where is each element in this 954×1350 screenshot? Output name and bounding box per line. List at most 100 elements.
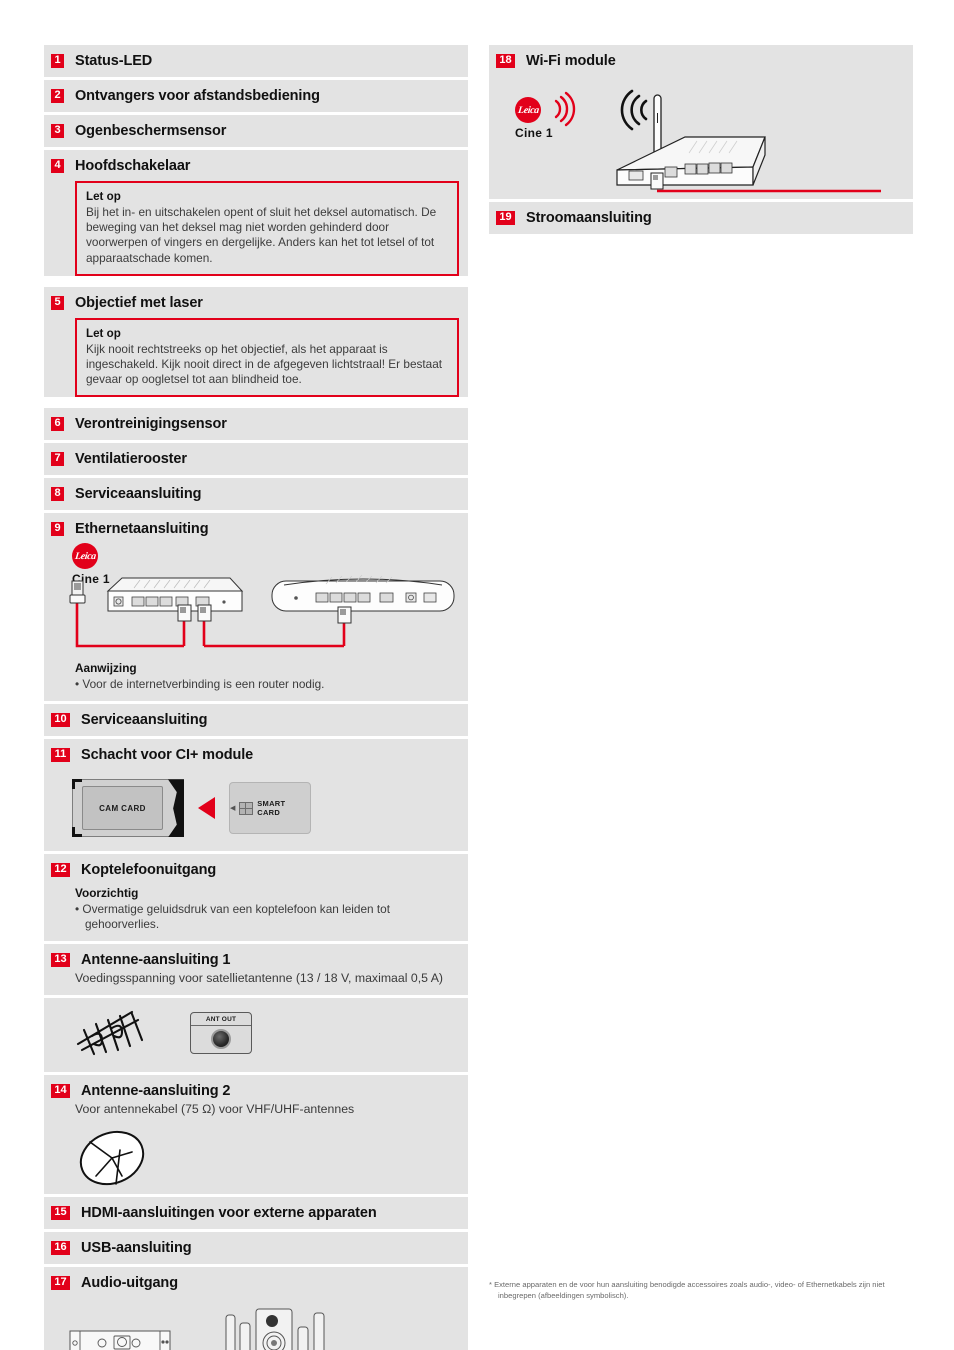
row-header: 2 Ontvangers voor afstandsbediening [44,80,468,112]
item-number-badge: 8 [51,487,64,502]
item-number-badge: 14 [51,1084,70,1099]
warning-box: Let op Kijk nooit rechtstreeks op het ob… [75,317,459,398]
warning-body: Kijk nooit rechtstreeks op het objectief… [86,341,443,387]
row-header: 5 Objectief met laser [44,287,468,317]
wifi-diagram-svg [554,89,881,193]
item-number-badge: 1 [51,54,64,68]
list-item: 17 Audio-uitgang [44,1267,468,1350]
antenna-diagram: ANT OUT [44,998,468,1072]
item-subtitle: Voor antennekabel (75 Ω) voor VHF/UHF-an… [75,1102,355,1117]
manual-page: 1 Status-LED 2 Ontvangers voor afstandsb… [0,0,954,1350]
smart-card-direction-icon: ◀ [230,805,236,813]
smart-card-label: SMART CARD [257,799,286,818]
list-item: 11 Schacht voor CI+ module CAM CARD ◀ SM… [44,739,468,852]
ant-out-label: ANT OUT [205,1016,237,1024]
list-item: 18 Wi-Fi module Leica Cine 1 [489,45,913,199]
right-column: 18 Wi-Fi module Leica Cine 1 19 Stroomaa… [489,45,913,237]
divider [191,1025,251,1027]
list-item: 7 Ventilatierooster [44,443,468,476]
warning-title: Let op [86,326,121,340]
coax-jack-icon [211,1029,231,1050]
item-title: Ventilatierooster [75,451,187,468]
row-header: 18 Wi-Fi module [489,45,913,75]
item-number-badge: 4 [51,159,64,173]
list-item: 4 Hoofdschakelaar Let op Bij het in- en … [44,150,468,276]
list-item: 8 Serviceaansluiting [44,478,468,511]
smart-card-illustration: ◀ SMART CARD [229,782,311,835]
item-subtitle: Voedingsspanning voor satellietantenne (… [75,971,444,986]
list-item: 19 Stroomaansluiting [489,202,913,234]
list-item: 5 Objectief met laser Let op Kijk nooit … [44,286,468,398]
list-item: 2 Ontvangers voor afstandsbediening [44,80,468,112]
audio-system-icon [69,1308,325,1350]
list-item: 10 Serviceaansluiting [44,704,468,737]
row-header: 16 USB-aansluiting [44,1232,468,1264]
row-header: 12 Koptelefoonuitgang [44,854,468,884]
item-number-badge: 15 [51,1206,70,1221]
insert-direction-arrow-icon [198,797,215,820]
row-header: 7 Ventilatierooster [44,443,468,475]
item-title: Serviceaansluiting [75,486,202,503]
row-header: 4 Hoofdschakelaar [44,150,468,180]
item-title: Verontreinigingsensor [75,416,227,433]
row-header: 8 Serviceaansluiting [44,478,468,510]
item-title: Ontvangers voor afstandsbediening [75,88,320,104]
item-title: Stroomaansluiting [526,210,652,226]
item-number-badge: 5 [51,295,64,310]
hint-item: • Overmatige geluidsdruk van een koptele… [75,902,390,932]
warning-title: Let op [86,190,121,203]
antenna-figure-row: ANT OUT [44,998,468,1073]
cam-card-face: CAM CARD [82,786,163,831]
item-title: Objectief met laser [75,294,203,311]
item-title: Hoofdschakelaar [75,158,191,174]
row-header: 9 Ethernetaansluiting [44,513,468,543]
item-title: Antenne-aansluiting 2 [81,1083,231,1100]
item-number-badge: 10 [51,713,70,728]
list-item: 12 Koptelefoonuitgang Voorzichtig • Over… [44,854,468,942]
item-title: Antenne-aansluiting 1 [81,952,231,969]
item-title: Status-LED [75,53,153,69]
item-number-badge: 19 [496,211,515,225]
list-item: 13 Antenne-aansluiting 1 Voedingsspannin… [44,944,468,996]
item-title: Serviceaansluiting [81,712,208,729]
ci-module-diagram: CAM CARD ◀ SMART CARD [44,769,468,851]
row-header: 3 Ogenbeschermsensor [44,115,468,147]
hint-item: • Voor de internetverbinding is een rout… [75,677,325,692]
row-header: 10 Serviceaansluiting [44,704,468,736]
ant-out-connector: ANT OUT [190,1012,252,1055]
item-number-badge: 12 [51,863,70,878]
hint-block: Voorzichtig • Overmatige geluidsdruk van… [44,884,468,941]
list-item: 14 Antenne-aansluiting 2 Voor antennekab… [44,1075,468,1195]
item-number-badge: 18 [496,54,515,68]
item-number-badge: 2 [51,89,64,103]
hint-title: Voorzichtig [75,886,139,901]
cam-card-illustration: CAM CARD [72,779,184,838]
wifi-module-diagram: Leica Cine 1 [489,75,913,199]
row-header: 11 Schacht voor CI+ module [44,739,468,769]
item-title: Koptelefoonuitgang [81,862,217,879]
item-title: Ogenbeschermsensor [75,123,227,139]
list-item: 6 Verontreinigingsensor [44,408,468,441]
item-title: Ethernetaansluiting [75,521,209,538]
satellite-dish-diagram [44,1126,468,1194]
item-title: Audio-uitgang [81,1275,178,1292]
item-number-badge: 13 [51,953,70,968]
footnote: * Externe apparaten en de voor hun aansl… [489,1280,885,1300]
item-number-badge: 7 [51,452,64,467]
item-number-badge: 16 [51,1241,70,1256]
item-title: Schacht voor CI+ module [81,747,254,764]
item-number-badge: 9 [51,522,64,537]
satellite-dish-icon [79,1131,145,1186]
ethernet-diagram-svg [69,575,455,648]
hint-block: Aanwijzing • Voor de internetverbinding … [44,661,468,701]
item-number-badge: 17 [51,1276,70,1291]
item-number-badge: 3 [51,124,64,138]
row-header: 17 Audio-uitgang [44,1267,468,1297]
ethernet-connection-diagram: Leica Cine 1 [44,543,468,661]
list-item: 15 HDMI-aansluitingen voor externe appar… [44,1197,468,1230]
item-number-badge: 11 [51,748,70,763]
list-item: 16 USB-aansluiting [44,1232,468,1265]
warning-box: Let op Bij het in- en uitschakelen opent… [75,181,459,276]
smart-card-chip-icon [239,801,254,815]
item-title: Wi-Fi module [526,53,616,69]
